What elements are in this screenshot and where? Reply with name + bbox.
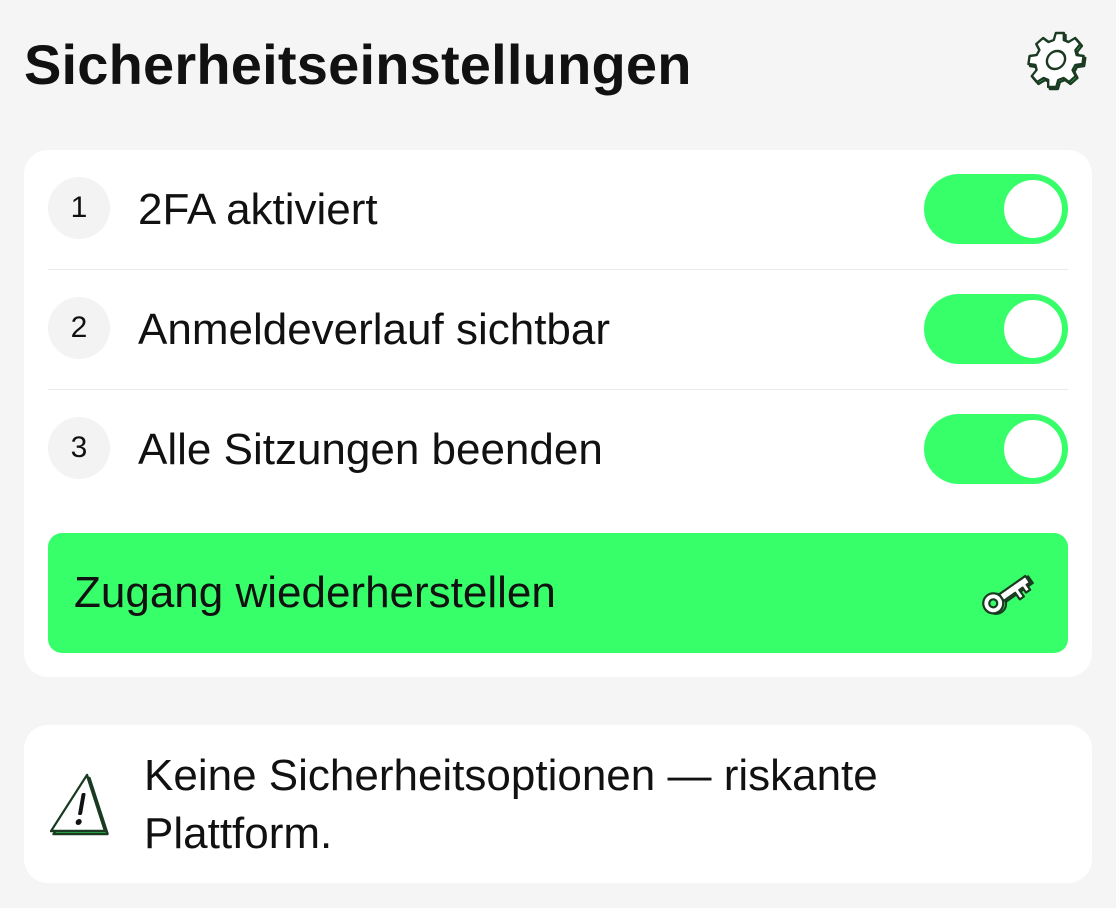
row-number-badge: 2 (48, 297, 110, 359)
warning-text: Keine Sicherheitsoptionen — riskante Pla… (144, 751, 878, 858)
gear-icon[interactable] (1024, 28, 1088, 92)
toggle-knob (1004, 180, 1062, 238)
alert-triangle-icon (50, 773, 109, 836)
recover-access-button[interactable]: Zugang wiederherstellen (48, 533, 1068, 653)
toggle-2fa[interactable] (924, 174, 1068, 244)
setting-label: Alle Sitzungen beenden (138, 425, 603, 474)
toggle-knob (1004, 420, 1062, 478)
security-settings-card: 1 2FA aktiviert 2 Anmeldeverlauf sichtba… (24, 150, 1092, 677)
row-number-badge: 3 (48, 417, 110, 479)
header: Sicherheitseinstellungen (24, 24, 1092, 108)
toggle-knob (1004, 300, 1062, 358)
setting-row-2fa: 1 2FA aktiviert (48, 150, 1068, 270)
toggle-end-sessions[interactable] (924, 414, 1068, 484)
key-icon (982, 574, 1034, 615)
row-number-badge: 1 (48, 177, 110, 239)
setting-label: 2FA aktiviert (138, 185, 378, 234)
setting-label: Anmeldeverlauf sichtbar (138, 305, 611, 354)
setting-row-end-sessions: 3 Alle Sitzungen beenden (48, 390, 1068, 510)
warning-banner: Keine Sicherheitsoptionen — riskante Pla… (24, 725, 1092, 883)
toggle-login-history[interactable] (924, 294, 1068, 364)
page-title: Sicherheitseinstellungen (24, 33, 692, 96)
recover-access-label: Zugang wiederherstellen (74, 568, 556, 617)
setting-row-login-history: 2 Anmeldeverlauf sichtbar (48, 270, 1068, 390)
